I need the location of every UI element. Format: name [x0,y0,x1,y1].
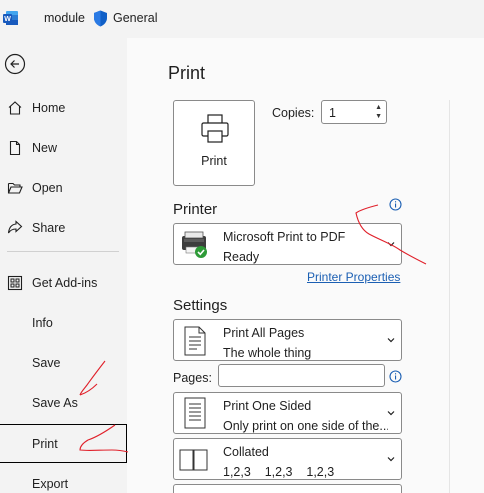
nav-item-label: New [32,141,58,155]
nav-item-label: Info [32,316,53,330]
nav-item-save-as[interactable]: Save As [0,385,127,421]
nav-item-get-add-ins[interactable]: Get Add-ins [0,265,127,301]
back-arrow-icon[interactable] [4,53,26,75]
page-title: Print [168,63,206,83]
nav-item-save[interactable]: Save [0,345,127,381]
nav-item-label: Get Add-ins [32,276,98,290]
nav-item-share[interactable]: Share [0,210,127,246]
nav-item-label: Home [32,101,66,115]
print-range-dropdown[interactable]: Print All Pages The whole thing [173,319,402,361]
svg-text:W: W [4,16,11,23]
sides-description: Only print on one side of the... [223,419,388,433]
print-button-label: Print [201,154,227,168]
chevron-down-icon [387,338,395,343]
print-range-value: Print All Pages [223,326,305,340]
title-bar: W module General [0,0,484,38]
share-icon [7,220,23,234]
sensitivity-label[interactable]: General [113,11,157,25]
word-logo-icon: W [3,11,18,25]
sides-value: Print One Sided [223,399,312,413]
nav-item-label: Save [32,356,61,370]
nav-item-label: Save As [32,396,78,410]
document-pages-icon [184,326,206,356]
folder-open-icon [7,182,23,194]
copies-stepper[interactable]: 1 ▲ ▼ [321,100,387,124]
spin-arrows-icon[interactable]: ▲ ▼ [375,103,382,121]
collated-pages-icon [179,449,208,471]
orientation-dropdown[interactable] [173,484,402,493]
chevron-down-icon [387,411,395,416]
preview-divider [449,100,450,493]
nav-item-new[interactable]: New [0,130,127,166]
nav-item-home[interactable]: Home [0,90,127,126]
copies-label: Copies: [272,106,315,120]
printer-status: Ready [223,250,260,264]
document-name[interactable]: module [44,11,85,25]
sides-dropdown[interactable]: Print One Sided Only print on one side o… [173,392,402,434]
printer-heading: Printer [173,201,218,218]
pages-label: Pages: [173,371,212,385]
print-range-description: The whole thing [223,346,312,360]
info-icon[interactable] [389,198,402,211]
chevron-down-icon [387,457,395,462]
collation-description: 1,2,3 1,2,3 1,2,3 [223,465,335,479]
chevron-down-icon [387,242,395,247]
nav-item-label: Print [32,436,58,451]
nav-divider [7,251,119,252]
printer-icon [201,114,229,143]
one-sided-page-icon [184,397,206,429]
home-icon [8,101,22,115]
nav-item-print[interactable]: Print [0,424,127,463]
print-button[interactable]: Print [173,100,255,186]
settings-heading: Settings [173,297,228,314]
collation-dropdown[interactable]: Collated 1,2,3 1,2,3 1,2,3 [173,438,402,480]
copies-value[interactable]: 1 [329,106,336,120]
pdf-printer-icon [182,231,207,258]
info-icon[interactable] [389,370,402,383]
nav-item-label: Share [32,221,66,235]
printer-properties-link[interactable]: Printer Properties [307,270,400,284]
printer-name: Microsoft Print to PDF [223,230,346,244]
nav-item-label: Open [32,181,63,195]
pages-input[interactable] [218,364,385,387]
addins-grid-icon [7,275,23,291]
nav-item-open[interactable]: Open [0,170,127,206]
collation-value: Collated [223,445,269,459]
shield-icon [94,10,107,27]
printer-dropdown[interactable]: Microsoft Print to PDF Ready [173,223,402,265]
nav-item-info[interactable]: Info [0,305,127,341]
nav-item-export[interactable]: Export [0,466,127,493]
new-document-icon [9,140,21,156]
nav-item-label: Export [32,477,69,491]
